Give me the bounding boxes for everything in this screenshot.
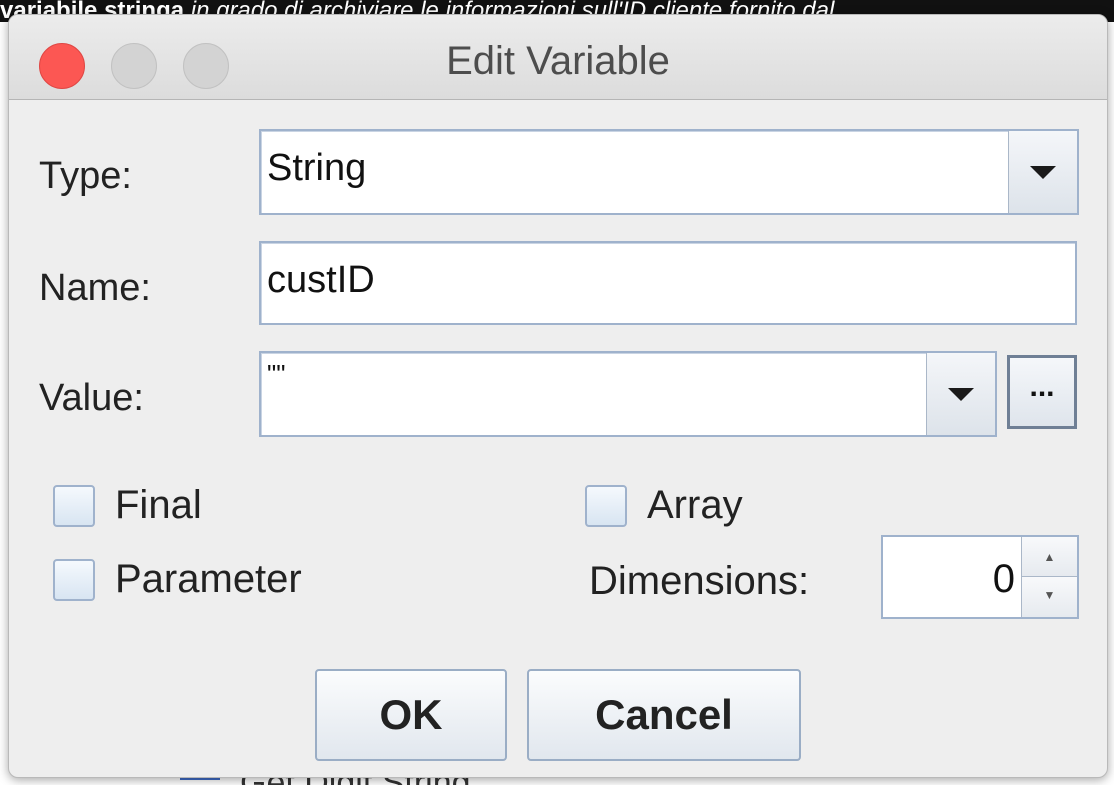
- value-combo-value: "": [267, 359, 286, 389]
- spinner-down-icon[interactable]: ▼: [1021, 577, 1077, 617]
- type-label: Type:: [39, 155, 132, 197]
- parameter-label: Parameter: [115, 557, 302, 601]
- array-checkbox[interactable]: [585, 485, 627, 527]
- chevron-down-icon: [1030, 166, 1056, 179]
- chevron-down-icon: [948, 388, 974, 401]
- edit-variable-dialog: Edit Variable Type: String Name: custID …: [8, 14, 1108, 778]
- value-ellipsis-button[interactable]: ...: [1007, 355, 1077, 429]
- type-select[interactable]: String: [259, 129, 1079, 215]
- name-input[interactable]: custID: [259, 241, 1077, 325]
- value-label: Value:: [39, 377, 144, 419]
- value-dropdown-button[interactable]: [926, 353, 995, 435]
- title-bar: Edit Variable: [9, 15, 1107, 100]
- type-dropdown-button[interactable]: [1008, 131, 1077, 213]
- spinner-up-icon[interactable]: ▲: [1021, 537, 1077, 577]
- name-label: Name:: [39, 267, 151, 309]
- final-label: Final: [115, 483, 202, 527]
- dialog-title: Edit Variable: [446, 39, 670, 83]
- dimensions-spinner[interactable]: 0 ▲ ▼: [881, 535, 1079, 619]
- dimensions-label: Dimensions:: [589, 559, 810, 603]
- ok-button[interactable]: OK: [315, 669, 507, 761]
- name-input-value: custID: [267, 259, 375, 301]
- cancel-button[interactable]: Cancel: [527, 669, 801, 761]
- dimensions-value: 0: [992, 557, 1015, 601]
- parameter-checkbox[interactable]: [53, 559, 95, 601]
- array-label: Array: [647, 483, 743, 527]
- value-combo[interactable]: "": [259, 351, 997, 437]
- final-checkbox[interactable]: [53, 485, 95, 527]
- type-select-value: String: [267, 147, 367, 189]
